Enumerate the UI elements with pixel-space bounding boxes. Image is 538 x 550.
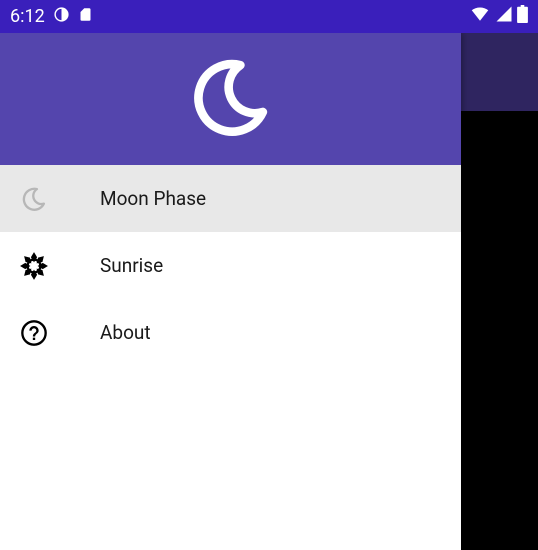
status-right xyxy=(469,5,528,28)
nav-item-label: Moon Phase xyxy=(100,187,206,210)
navigation-drawer: Moon Phase Sunrise xyxy=(0,33,461,550)
moon-icon xyxy=(186,52,276,146)
status-time: 6:12 xyxy=(10,6,45,27)
nav-item-moon-phase[interactable]: Moon Phase xyxy=(0,165,461,232)
status-bar: 6:12 xyxy=(0,0,538,33)
help-icon xyxy=(19,318,49,348)
status-left: 6:12 xyxy=(10,6,93,28)
nav-item-label: About xyxy=(100,321,151,344)
sun-icon xyxy=(19,251,49,281)
sd-card-icon xyxy=(78,6,93,28)
wifi-icon xyxy=(469,5,491,28)
signal-icon xyxy=(495,5,513,28)
nav-item-about[interactable]: About xyxy=(0,299,461,366)
nav-item-label: Sunrise xyxy=(100,254,163,277)
battery-icon xyxy=(517,5,528,28)
half-circle-icon xyxy=(53,6,70,28)
nav-item-sunrise[interactable]: Sunrise xyxy=(0,232,461,299)
moon-phase-icon xyxy=(19,184,49,214)
drawer-header xyxy=(0,33,461,165)
